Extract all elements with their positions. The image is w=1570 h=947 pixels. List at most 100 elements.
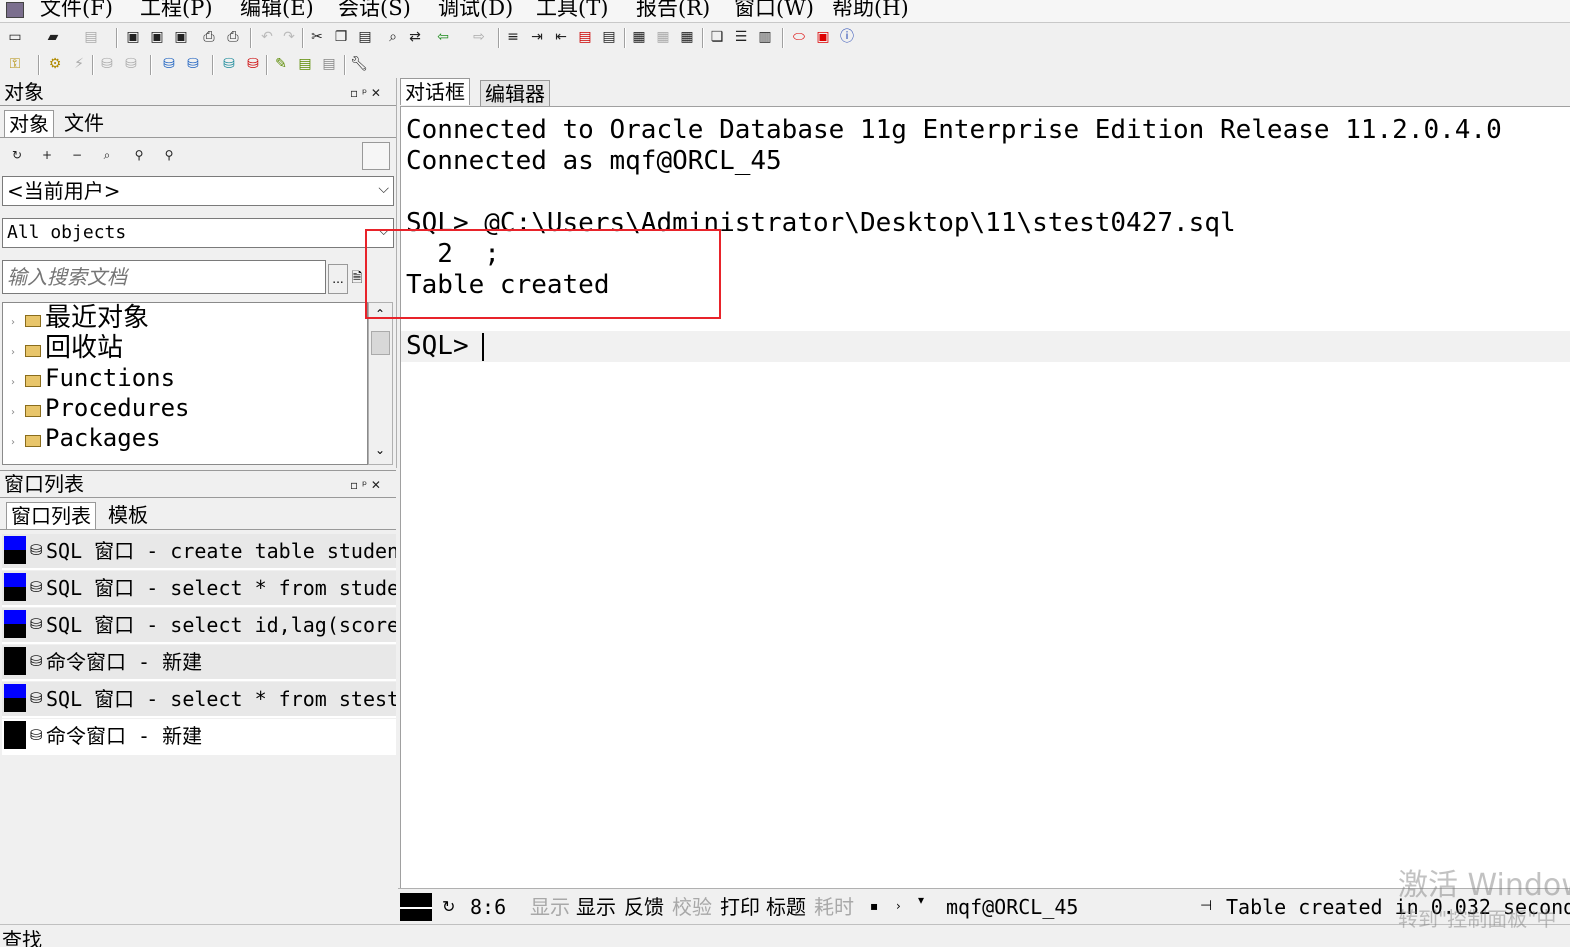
tree-expander-icon[interactable]: › <box>11 317 15 328</box>
uncomment-icon[interactable]: ▤ <box>600 28 618 46</box>
tab-dialog[interactable]: 对话框 <box>400 78 470 105</box>
scroll-down-icon[interactable]: ⌄ <box>375 443 385 457</box>
pin-icon[interactable]: ⊣ <box>1200 898 1212 914</box>
refresh-icon[interactable]: ↻ <box>442 897 455 916</box>
window-list-item[interactable]: ⛁ SQL 窗口 - select * from stest04 <box>2 682 396 718</box>
tree-expander-icon[interactable]: › <box>11 377 15 388</box>
replace-icon[interactable]: ⇄ <box>406 28 424 46</box>
panel-controls[interactable]: ▫ ᵖ ✕ <box>350 478 381 492</box>
status-show-button[interactable]: 显示 <box>576 894 616 920</box>
find-icon[interactable]: ⌕ <box>384 28 402 46</box>
menu-help[interactable]: 帮助(H) <box>832 0 909 21</box>
unindent-icon[interactable]: ⇤ <box>552 28 570 46</box>
window-list-item-active[interactable]: ⛁ 命令窗口 - 新建 <box>2 719 396 755</box>
oracle-icon[interactable]: ⬭ <box>790 28 808 46</box>
menu-reports[interactable]: 报告(R) <box>636 0 710 21</box>
menu-debug[interactable]: 调试(D) <box>438 0 513 21</box>
filter-icon[interactable]: ⚲ <box>130 146 148 164</box>
save-icon[interactable]: ▣ <box>124 28 142 46</box>
dropdown-icon[interactable]: ▾ <box>918 893 924 907</box>
window-list-item[interactable]: ⛁ 命令窗口 - 新建 <box>2 645 396 681</box>
save-all-icon[interactable]: ▣ <box>172 28 190 46</box>
print-setup-icon[interactable]: ⎙ <box>224 28 242 46</box>
tree-expander-icon[interactable]: › <box>11 407 15 418</box>
status-feedback-button[interactable]: 反馈 <box>624 894 664 920</box>
export-icon[interactable]: ▤ <box>320 55 338 73</box>
status-timing-button[interactable]: 耗时 <box>814 894 854 920</box>
search-options-button[interactable]: ... <box>328 264 348 294</box>
new-sql-icon[interactable]: ⛁ <box>184 55 202 73</box>
print-preview-icon[interactable]: ▤ <box>82 28 100 46</box>
copy-icon[interactable]: ❐ <box>332 28 350 46</box>
open-icon[interactable]: ▰ <box>44 28 62 46</box>
cascade-icon[interactable]: ❏ <box>708 28 726 46</box>
tab-objects[interactable]: 对象 <box>4 110 54 137</box>
pdf-icon[interactable]: ▣ <box>814 28 832 46</box>
commit-icon[interactable]: ⛁ <box>98 55 116 73</box>
describe-icon[interactable]: ▦ <box>630 28 648 46</box>
tile-vertical-icon[interactable]: ▥ <box>756 28 774 46</box>
menu-project[interactable]: 工程(P) <box>140 0 213 21</box>
goto-icon[interactable]: ⇦ <box>434 28 452 46</box>
tab-window-list[interactable]: 窗口列表 <box>6 502 96 529</box>
status-title-button[interactable]: 标题 <box>766 894 806 920</box>
tab-files[interactable]: 文件 <box>60 110 108 136</box>
sql-window-icon[interactable]: ⛁ <box>160 55 178 73</box>
settings-icon[interactable]: ⚙ <box>46 55 64 73</box>
search-input[interactable] <box>2 260 326 294</box>
status-print-button[interactable]: 打印 <box>720 894 760 920</box>
tree-expander-icon[interactable]: › <box>11 347 15 358</box>
tree-expander-icon[interactable]: › <box>11 437 15 448</box>
object-tree[interactable]: › 最近对象 › 回收站 › Functions › Procedures › … <box>2 302 368 465</box>
rollback-icon[interactable]: ⛁ <box>122 55 140 73</box>
menu-file[interactable]: 文件(F) <box>40 0 113 21</box>
find-label[interactable]: 查找 <box>2 927 42 947</box>
stop-icon[interactable]: ▪ <box>870 899 878 913</box>
menu-tools[interactable]: 工具(T) <box>536 0 608 21</box>
find-object-icon[interactable]: ⌕ <box>98 146 116 164</box>
explain-plan-icon[interactable]: ▦ <box>678 28 696 46</box>
command-console[interactable]: Connected to Oracle Database 11g Enterpr… <box>400 106 1570 888</box>
goto-next-icon[interactable]: ⇨ <box>470 28 488 46</box>
menu-window[interactable]: 窗口(W) <box>734 0 814 21</box>
info-icon[interactable]: ⓘ <box>838 28 856 46</box>
save-as-icon[interactable]: ▣ <box>148 28 166 46</box>
user-combo[interactable]: <当前用户> ⌵ <box>2 176 394 206</box>
tab-editor[interactable]: 编辑器 <box>480 80 550 107</box>
collapse-icon[interactable]: − <box>68 146 86 164</box>
scroll-thumb[interactable] <box>371 331 390 355</box>
filter-edit-icon[interactable]: ⚲ <box>160 146 178 164</box>
menu-session[interactable]: 会话(S) <box>338 0 411 21</box>
panel-controls[interactable]: ▫ ᵖ ✕ <box>350 86 381 100</box>
indent-icon[interactable]: ⇥ <box>528 28 546 46</box>
redo-icon[interactable]: ↷ <box>280 28 298 46</box>
format-icon[interactable]: ≡ <box>504 28 522 46</box>
undo-icon[interactable]: ↶ <box>258 28 276 46</box>
print-icon[interactable]: ⎙ <box>200 28 218 46</box>
tile-horizontal-icon[interactable]: ☰ <box>732 28 750 46</box>
window-list-item[interactable]: ⛁ SQL 窗口 - create table students <box>2 534 396 570</box>
tree-scrollbar[interactable]: ⌃ ⌄ <box>368 302 393 465</box>
app-icon[interactable] <box>6 2 24 18</box>
refresh-icon[interactable]: ↻ <box>8 146 26 164</box>
cut-icon[interactable]: ✂ <box>308 28 326 46</box>
edit-data-icon[interactable]: ▤ <box>296 55 314 73</box>
compile-icon[interactable]: ⚡ <box>70 55 88 73</box>
comment-icon[interactable]: ▤ <box>576 28 594 46</box>
next-icon[interactable]: › <box>896 899 901 913</box>
tab-templates[interactable]: 模板 <box>104 502 152 528</box>
window-list-item[interactable]: ⛁ SQL 窗口 - select * from student <box>2 571 396 607</box>
paste-icon[interactable]: ▤ <box>356 28 374 46</box>
search-doc-icon[interactable]: 🗎︎ <box>348 264 366 292</box>
color-button[interactable] <box>362 142 390 170</box>
tools-icon[interactable]: ✎ <box>272 55 290 73</box>
query-builder-icon[interactable]: ▦ <box>654 28 672 46</box>
expand-icon[interactable]: + <box>38 146 56 164</box>
menu-edit[interactable]: 编辑(E) <box>240 0 314 21</box>
db-disconnect-icon[interactable]: ⛁ <box>244 55 262 73</box>
new-icon[interactable]: ▭ <box>6 28 24 46</box>
object-filter-combo[interactable]: All objects ⌵ <box>2 218 394 248</box>
wrench-icon[interactable]: 🔧︎ <box>350 55 368 73</box>
window-list-item[interactable]: ⛁ SQL 窗口 - select id,lag(score,1 <box>2 608 396 644</box>
logon-icon[interactable]: ⚿ <box>6 55 24 73</box>
